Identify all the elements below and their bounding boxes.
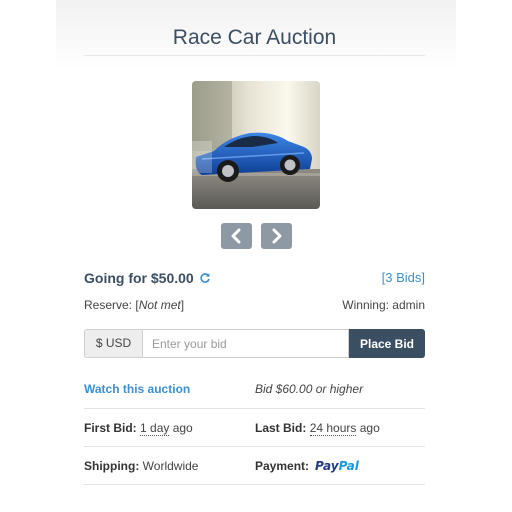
first-bid-label: First Bid: — [84, 421, 137, 435]
place-bid-button[interactable]: Place Bid — [349, 329, 425, 358]
first-bid-time: 1 day — [140, 421, 170, 436]
payment-info: Payment: PayPal — [255, 459, 359, 473]
chevron-left-icon — [231, 228, 241, 244]
reserve-suffix: ] — [180, 298, 185, 312]
refresh-icon[interactable] — [199, 271, 211, 287]
page-title: Race Car Auction — [172, 26, 337, 49]
car-photo — [192, 81, 320, 209]
last-bid-info: Last Bid: 24 hours ago — [255, 421, 380, 436]
car-image — [192, 81, 320, 209]
row-divider — [84, 484, 425, 485]
last-bid-suffix: ago — [356, 421, 380, 435]
watch-auction-link[interactable]: Watch this auction — [84, 382, 190, 396]
reserve-status: Reserve: [Not met] — [84, 298, 184, 312]
paypal-logo-pal: Pal — [338, 459, 359, 473]
bid-count-link[interactable]: [3 Bids] — [382, 270, 425, 285]
reserve-value: Not met — [138, 298, 181, 312]
bid-form: $ USD Place Bid — [84, 329, 425, 358]
title-divider — [84, 55, 425, 56]
bid-amount-input[interactable] — [142, 329, 349, 358]
payment-label: Payment: — [255, 459, 310, 473]
next-image-button[interactable] — [261, 223, 292, 249]
previous-image-button[interactable] — [221, 223, 252, 249]
winning-bidder: Winning: admin — [342, 298, 425, 312]
row-divider — [84, 408, 425, 409]
minimum-bid-hint: Bid $60.00 or higher — [255, 382, 364, 396]
reserve-prefix: Reserve: [ — [84, 298, 139, 312]
last-bid-label: Last Bid: — [255, 421, 307, 435]
paypal-logo-pay: Pay — [315, 459, 339, 473]
shipping-info: Shipping: Worldwide — [84, 459, 198, 473]
row-divider — [84, 446, 425, 447]
shipping-label: Shipping: — [84, 459, 140, 473]
last-bid-time: 24 hours — [309, 421, 357, 436]
first-bid-info: First Bid: 1 day ago — [84, 421, 193, 436]
current-price: Going for $50.00 — [84, 270, 211, 287]
currency-addon: $ USD — [84, 329, 142, 358]
paypal-logo: PayPal — [315, 459, 359, 473]
auction-widget: Race Car Auction Going for $50.00 [3 Bid… — [0, 0, 512, 512]
shipping-value: Worldwide — [139, 459, 199, 473]
chevron-right-icon — [272, 228, 282, 244]
current-price-text: Going for $50.00 — [84, 270, 194, 286]
first-bid-suffix: ago — [169, 421, 193, 435]
